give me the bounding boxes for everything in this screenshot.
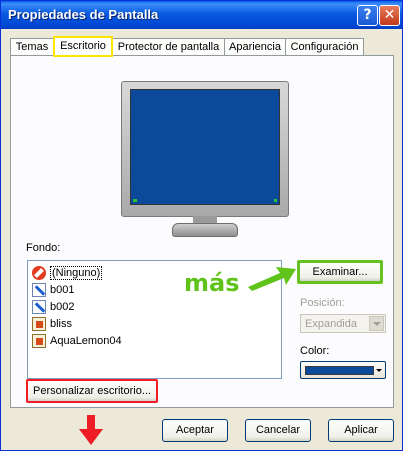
background-listbox[interactable]: (Ninguno) b001 b002 bliss AquaLemon04: [27, 260, 282, 379]
chevron-down-icon: [369, 316, 384, 331]
background-label: Fondo:: [26, 242, 61, 254]
tab-temas[interactable]: Temas: [10, 38, 54, 56]
position-value: Expandida: [305, 318, 357, 330]
green-arrow-icon: [248, 267, 296, 291]
apply-button[interactable]: Aplicar: [328, 419, 394, 442]
browse-button[interactable]: Examinar...: [297, 260, 383, 284]
cancel-button[interactable]: Cancelar: [245, 419, 311, 442]
monitor-preview: [121, 81, 289, 217]
annotation-text: más: [184, 269, 240, 297]
help-button[interactable]: ?: [357, 5, 378, 26]
image-edit-icon: [32, 300, 46, 314]
monitor-stand-base: [172, 223, 238, 237]
red-down-arrow-icon: [79, 415, 103, 445]
display-properties-window: Propiedades de Pantalla ? ✕ Temas Escrit…: [0, 0, 403, 451]
image-file-icon: [32, 317, 46, 331]
color-picker-button[interactable]: [300, 361, 386, 379]
tab-configuracion[interactable]: Configuración: [285, 38, 364, 56]
list-item-label: bliss: [50, 318, 73, 330]
image-edit-icon: [32, 283, 46, 297]
image-file-icon: [32, 334, 46, 348]
tab-escritorio[interactable]: Escritorio: [53, 36, 113, 57]
color-swatch: [305, 366, 374, 375]
list-item-label: (Ninguno): [50, 266, 103, 280]
taskbar-tray-mark: [274, 199, 277, 202]
tab-apariencia[interactable]: Apariencia: [224, 38, 286, 56]
no-entry-icon: [32, 266, 46, 280]
tab-protector-de-pantalla[interactable]: Protector de pantalla: [112, 38, 225, 56]
desktop-preview-screen: [130, 89, 280, 205]
position-label: Posición:: [300, 297, 345, 309]
color-label: Color:: [300, 345, 330, 357]
escritorio-tab-panel: Fondo: (Ninguno) b001 b002 bliss AquaLem…: [10, 55, 394, 408]
title-bar[interactable]: Propiedades de Pantalla ? ✕: [1, 1, 402, 29]
help-icon: ?: [363, 7, 372, 23]
window-title: Propiedades de Pantalla: [8, 7, 159, 22]
customize-desktop-button[interactable]: Personalizar escritorio...: [26, 379, 158, 403]
position-select[interactable]: Expandida: [300, 314, 386, 333]
chevron-down-icon: [376, 369, 382, 372]
taskbar-start-mark: [133, 199, 137, 202]
list-item-label: b002: [50, 301, 75, 313]
close-icon: ✕: [383, 7, 396, 23]
list-item-label: AquaLemon04: [50, 335, 122, 347]
close-button[interactable]: ✕: [379, 5, 400, 26]
list-item-label: b001: [50, 284, 75, 296]
ok-button[interactable]: Aceptar: [162, 419, 228, 442]
